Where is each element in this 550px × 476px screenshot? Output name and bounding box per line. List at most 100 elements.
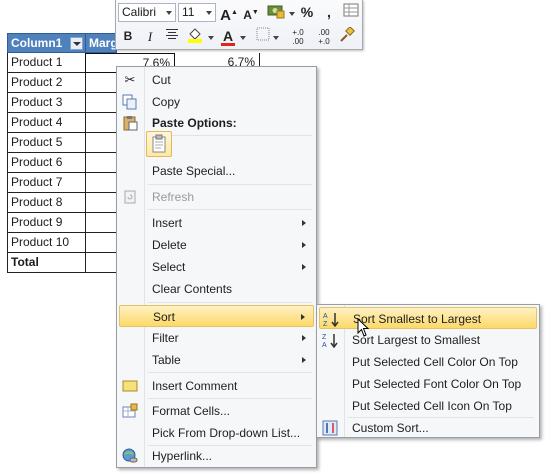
submenu-item-label: Put Selected Font Color On Top [352,377,522,391]
decrease-decimal-button[interactable]: .00 +.0 [312,27,336,46]
svg-text:Z: Z [323,321,328,327]
table-cell-name[interactable]: Product 8 [7,193,86,213]
submenu-item-cell-color-top[interactable]: Put Selected Cell Color On Top [319,351,537,373]
menu-item-hyperlink[interactable]: Hyperlink... [119,445,314,467]
font-color-button[interactable]: A [219,27,237,46]
menu-item-delete[interactable]: Delete [119,234,314,256]
italic-button[interactable]: I [141,27,159,46]
menu-item-label: Format Cells... [152,404,231,418]
menu-item-paste-special[interactable]: Paste Special... [119,160,314,182]
fill-color-button[interactable] [186,27,204,46]
submenu-item-label: Sort Smallest to Largest [353,312,482,326]
scissors-icon: ✂ [124,72,136,87]
table-cell-name[interactable]: Product 4 [7,113,86,133]
submenu-item-sort-descending[interactable]: ZA Sort Largest to Smallest [319,329,537,351]
menu-item-label: Table [152,353,181,367]
submenu-arrow-icon [302,242,306,248]
bold-button[interactable]: B [119,27,137,46]
menu-item-table[interactable]: Table [119,349,314,371]
table-cell-name[interactable]: Product 9 [7,213,86,233]
header-column1-label: Column1 [11,36,63,50]
table-cell-name[interactable]: Product 10 [7,233,86,253]
menu-item-label: Delete [152,238,187,252]
menu-item-clear-contents[interactable]: Clear Contents [119,278,314,300]
chevron-down-icon[interactable] [208,36,214,40]
submenu-item-label: Sort Largest to Smallest [352,333,481,347]
submenu-arrow-icon [302,220,306,226]
accounting-format-button[interactable] [266,3,286,22]
table-cell-name[interactable]: Product 2 [7,73,86,93]
font-name-combo[interactable]: Calibri [118,3,176,22]
header-column1[interactable]: Column1 [7,33,86,53]
format-cells-icon [122,403,138,419]
chevron-down-icon [206,11,212,15]
table-cell-name[interactable]: Product 7 [7,173,86,193]
menu-item-select[interactable]: Select [119,256,314,278]
filter-dropdown-button[interactable] [70,37,83,50]
header-column2[interactable]: Marg [85,33,117,53]
align-center-icon [166,29,178,39]
italic-icon: I [147,29,153,44]
submenu-item-cell-icon-top[interactable]: Put Selected Cell Icon On Top [319,395,537,417]
menu-item-format-cells[interactable]: Format Cells... [119,400,314,422]
grow-font-button[interactable]: A▲ [220,3,238,24]
submenu-item-font-color-top[interactable]: Put Selected Font Color On Top [319,373,537,395]
font-color-swatch [221,43,235,46]
menu-separator [148,398,312,399]
center-align-button[interactable] [163,27,181,46]
svg-text:A: A [322,342,327,348]
total-row-label[interactable]: Total [7,253,86,273]
menu-item-copy[interactable]: Copy [119,91,314,113]
menu-item-label: Clear Contents [152,282,233,296]
chevron-down-icon[interactable] [289,12,295,16]
accounting-format-icon [267,5,285,19]
header-column2-label: Marg [89,36,117,50]
custom-sort-icon [322,420,338,436]
submenu-item-custom-sort[interactable]: Custom Sort... [319,417,537,439]
svg-text:A: A [323,313,328,320]
menu-item-insert-comment[interactable]: Insert Comment [119,375,314,397]
paste-option-button[interactable] [146,131,172,157]
menu-item-label: Select [152,260,186,274]
svg-text:Z: Z [322,334,327,341]
submenu-arrow-icon [302,335,306,341]
menu-item-label: Refresh [152,190,195,204]
format-painter-table-button[interactable] [342,3,360,22]
menu-item-cut[interactable]: ✂ Cut [119,69,314,91]
menu-section-label: Paste Options: [152,116,237,130]
fill-bucket-icon [188,28,202,43]
shrink-font-icon: A [243,8,252,22]
increase-decimal-button[interactable]: +.0 .00 [286,27,310,46]
menu-item-pick-from-list[interactable]: Pick From Drop-down List... [119,422,314,444]
sort-descending-icon: ZA [322,332,338,349]
borders-icon [256,27,270,41]
decrease-decimal-icon: .00 +.0 [318,28,330,46]
submenu-item-label: Put Selected Cell Icon On Top [352,399,512,413]
table-cell-name[interactable]: Product 5 [7,133,86,153]
chevron-down-icon[interactable] [273,36,279,40]
borders-button[interactable] [254,27,272,46]
menu-item-insert[interactable]: Insert [119,212,314,234]
copy-icon [122,94,138,110]
font-name-value: Calibri [122,5,157,19]
table-cell-name[interactable]: Product 1 [7,53,86,73]
submenu-item-sort-ascending[interactable]: AZ Sort Smallest to Largest [319,307,537,329]
table-cell-name[interactable]: Product 6 [7,153,86,173]
paintbrush-icon [340,26,355,42]
menu-item-label: Filter [152,331,179,345]
grow-font-icon: A [220,7,231,24]
sort-ascending-icon: AZ [323,311,339,328]
font-size-value: 11 [182,5,195,19]
percent-icon: % [300,4,314,20]
shrink-font-button[interactable]: A▼ [242,3,260,22]
font-size-combo[interactable]: 11 [178,3,216,22]
percent-style-button[interactable]: % [298,3,316,22]
format-painter-button[interactable] [338,26,356,46]
font-color-icon: A [222,28,234,44]
menu-item-sort[interactable]: Sort [119,305,314,327]
table-cell-name[interactable]: Product 3 [7,93,86,113]
context-menu: ✂ Cut Copy Paste Options: Paste Special.… [116,66,317,468]
chevron-down-icon[interactable] [240,36,246,40]
menu-item-filter[interactable]: Filter [119,327,314,349]
comma-style-button[interactable]: , [320,3,338,22]
